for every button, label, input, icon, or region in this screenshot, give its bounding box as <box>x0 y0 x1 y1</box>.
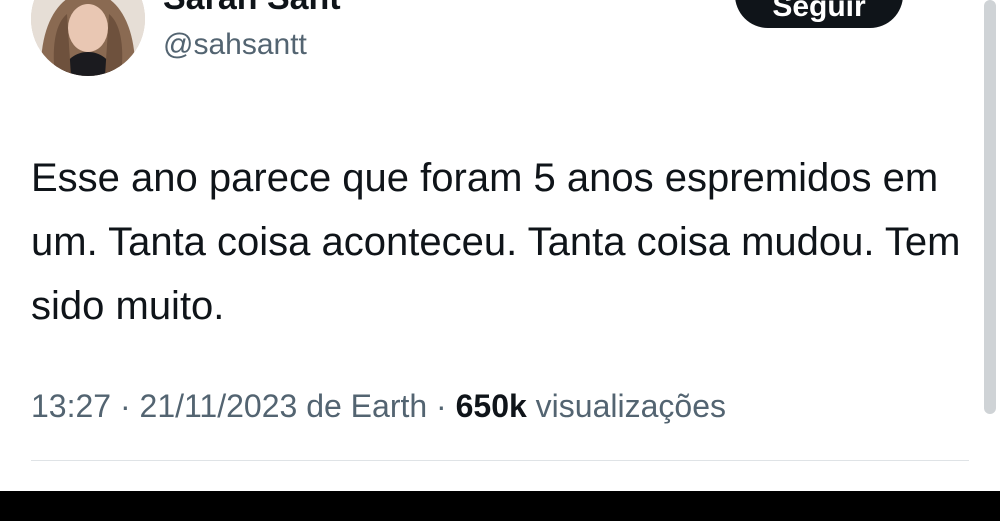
avatar-photo <box>31 0 145 76</box>
avatar[interactable] <box>31 0 145 76</box>
tweet-time[interactable]: 13:27 <box>31 388 111 424</box>
bottom-bar <box>0 491 1000 521</box>
divider <box>31 460 969 461</box>
tweet-text: Esse ano parece que foram 5 anos espremi… <box>31 156 961 328</box>
scrollbar[interactable] <box>984 0 996 414</box>
author-handle[interactable]: @sahsantt <box>163 26 307 64</box>
more-dots-icon[interactable] <box>930 0 970 6</box>
tweet-detail-view: Sarah Sant @sahsantt Seguir Esse ano par… <box>0 0 1000 521</box>
author-display-name[interactable]: Sarah Sant <box>163 0 341 18</box>
tweet-date[interactable]: 21/11/2023 <box>140 388 298 424</box>
views-count: 650k <box>455 388 527 424</box>
follow-button[interactable]: Seguir <box>735 0 903 28</box>
tweet-meta: 13:27 · 21/11/2023 de Earth · 650k visua… <box>31 384 726 428</box>
tweet-source: de Earth <box>306 388 428 424</box>
meta-separator: · <box>119 388 131 424</box>
views-label: visualizações <box>535 388 726 424</box>
meta-separator: · <box>436 388 447 424</box>
